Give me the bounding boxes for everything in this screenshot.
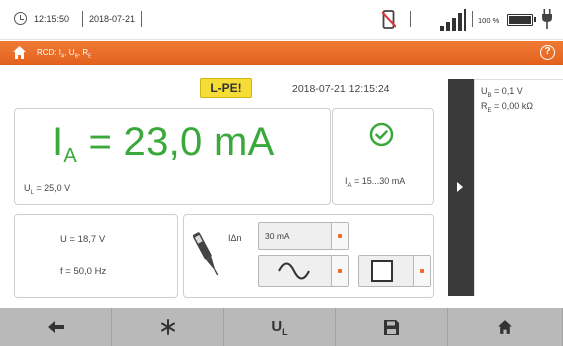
divider <box>410 11 411 27</box>
signal-icon <box>440 9 466 31</box>
divider <box>472 11 473 27</box>
ul-limit-value: UL = 25,0 V <box>24 183 71 196</box>
main-result-value: IA = 23,0 mA <box>52 120 275 167</box>
back-button[interactable] <box>0 308 112 346</box>
chevron-right-icon <box>457 182 463 192</box>
battery-icon <box>507 14 536 26</box>
frequency-value: f = 50,0 Hz <box>60 266 107 277</box>
probe-icon <box>193 232 219 276</box>
status-date: 2018-07-21 <box>89 14 136 24</box>
ul-button-sub: L <box>282 326 288 337</box>
re-value: RE = 0,00 kΩ <box>481 101 534 114</box>
arrow-left-icon <box>47 321 64 333</box>
measurement-datetime: 2018-07-21 12:15:24 <box>292 83 390 95</box>
dropdown-arrow-icon <box>331 223 348 249</box>
check-circle-icon <box>369 122 394 147</box>
ub-value: UB = 0,1 V <box>481 86 523 99</box>
polarity-warning-badge: L-PE! <box>200 78 252 98</box>
divider <box>141 11 142 27</box>
home-icon[interactable] <box>12 45 27 60</box>
save-icon <box>384 319 399 335</box>
voltage-frequency-panel <box>14 214 178 298</box>
plug-icon <box>542 9 552 29</box>
ul-button-label: U <box>271 317 283 335</box>
ul-button[interactable]: UL <box>224 308 336 346</box>
idn-select-value: 30 mA <box>265 231 290 241</box>
dropdown-arrow-icon <box>413 256 430 286</box>
home-icon <box>498 320 512 334</box>
help-icon[interactable]: ? <box>540 45 555 60</box>
home-button[interactable] <box>448 308 563 346</box>
clock-icon <box>14 12 27 25</box>
divider <box>82 11 83 27</box>
phone-off-icon <box>382 10 396 29</box>
idn-label: IΔn <box>228 233 242 243</box>
settings-button[interactable] <box>112 308 224 346</box>
save-button[interactable] <box>336 308 448 346</box>
status-time: 12:15:50 <box>34 14 70 24</box>
waveform-shape-select[interactable] <box>358 255 431 287</box>
voltage-value: U = 18,7 V <box>60 234 106 245</box>
screen-title: RCD: IA, UB, RE <box>37 48 92 60</box>
ia-limit-range: IA = 15...30 mA <box>345 176 406 189</box>
dropdown-arrow-icon <box>331 256 348 286</box>
asterisk-icon <box>160 319 175 335</box>
square-wave-icon <box>371 260 393 282</box>
sine-wave-icon <box>278 262 310 280</box>
battery-percent: 100 % <box>478 16 500 25</box>
